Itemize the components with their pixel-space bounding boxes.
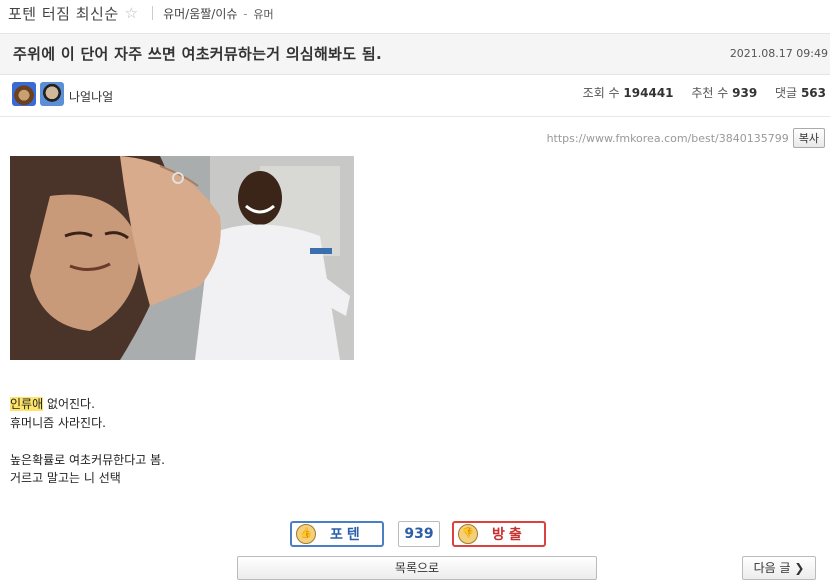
board-header: 포텐 터짐 최신순 ☆ 유머/움짤/이슈 - 유머 [0,0,830,26]
avatar[interactable] [40,82,64,106]
vote-area: 👍 포텐 939 👎 방출 [0,521,830,547]
body-line-1-text: 없어진다. [43,397,95,411]
body-line-2: 휴머니즘 사라진다. [10,415,106,430]
favorite-star-icon[interactable]: ☆ [125,4,138,22]
thumbs-down-face-icon: 👎 [458,524,478,544]
downvote-button[interactable]: 👎 방출 [452,521,546,547]
member-level-icon [12,82,36,106]
post-image-illustration [10,156,354,360]
post-date: 2021.08.17 09:49 [729,47,828,60]
breadcrumb-category[interactable]: 유머/움짤/이슈 [163,7,237,21]
next-post-button[interactable]: 다음 글 ❯ [742,556,816,580]
downvote-label: 방출 [492,527,526,543]
author-row: 나얼나얼 조회 수 194441 추천 수 939 댓글 563 [0,78,830,117]
author-name[interactable]: 나얼나얼 [69,88,113,105]
permalink-url[interactable]: https://www.fmkorea.com/best/3840135799 [547,132,789,145]
breadcrumb: 유머/움짤/이슈 - 유머 [163,5,274,22]
recommend-count: 939 [732,86,758,100]
copy-link-button[interactable]: 복사 [792,128,825,148]
divider [152,6,154,20]
comments-count[interactable]: 563 [801,86,826,100]
breadcrumb-separator: - [243,6,248,21]
upvote-button[interactable]: 👍 포텐 [290,521,384,547]
permalink-row: https://www.fmkorea.com/best/3840135799 … [547,128,825,148]
post-title-bar: 주위에 이 단어 자주 쓰면 여초커뮤하는거 의심해봐도 됨. 2021.08.… [0,33,830,75]
views-label: 조회 수 [582,86,620,100]
upvote-label: 포텐 [330,527,364,543]
thumbs-up-face-icon: 👍 [296,524,316,544]
vote-count: 939 [398,521,440,547]
views-count: 194441 [623,86,674,100]
post-body: 인류애 없어진다. 휴머니즘 사라진다. 높은확률로 여초커뮤한다고 봄. 거르… [10,395,165,488]
next-post-label: 다음 글 [753,561,791,575]
post-stats: 조회 수 194441 추천 수 939 댓글 563 [583,84,826,101]
post-title: 주위에 이 단어 자주 쓰면 여초커뮤하는거 의심해봐도 됨. [13,45,382,63]
body-line-4: 거르고 말고는 니 선택 [10,471,121,485]
highlighted-keyword: 인류애 [10,397,44,411]
post-navigation: 목록으로 다음 글 ❯ [0,556,830,582]
post-image [10,156,354,360]
board-title[interactable]: 포텐 터짐 최신순 [8,3,119,24]
body-line-1: 인류애 없어진다. [10,395,165,414]
body-line-3: 높은확률로 여초커뮤한다고 봄. [10,452,165,467]
chevron-right-icon: ❯ [794,561,805,575]
back-to-list-button[interactable]: 목록으로 [237,556,597,580]
recommend-label: 추천 수 [691,86,729,100]
comments-label: 댓글 [775,86,798,100]
breadcrumb-subcategory[interactable]: 유머 [253,8,273,21]
